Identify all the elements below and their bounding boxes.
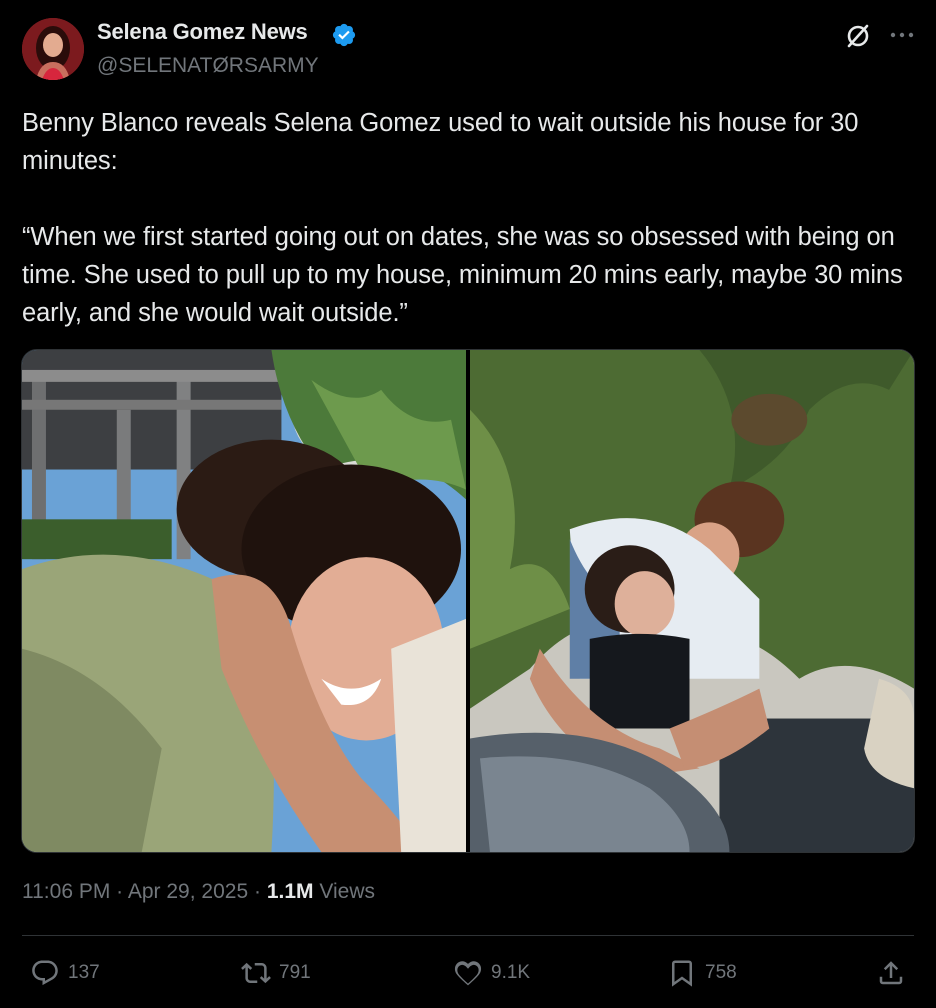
heart-icon — [454, 961, 482, 986]
like-button[interactable]: 9.1K — [453, 955, 530, 991]
more-options-icon[interactable] — [888, 24, 916, 46]
grok-icon[interactable] — [844, 22, 872, 50]
share-button[interactable] — [876, 955, 906, 991]
tweet-date[interactable]: Apr 29, 2025 — [128, 880, 248, 903]
tweet-media-grid[interactable] — [21, 349, 915, 853]
tweet-card: Selena Gomez News @SELENATØRSARMY Benny … — [0, 0, 936, 1008]
meta-separator: · — [116, 880, 124, 903]
meta-separator: · — [253, 880, 261, 903]
views-label: Views — [319, 880, 375, 903]
tweet-meta: 11:06 PM · Apr 29, 2025 · 1.1M Views — [22, 880, 375, 904]
author-handle[interactable]: @SELENATØRSARMY — [97, 54, 319, 78]
share-icon — [879, 961, 903, 985]
views-count: 1.1M — [266, 880, 314, 903]
bookmark-icon — [672, 960, 692, 987]
author-avatar[interactable] — [22, 18, 84, 80]
like-count: 9.1K — [491, 962, 531, 983]
repost-button[interactable]: 791 — [241, 955, 311, 991]
tweet-time[interactable]: 11:06 PM — [22, 880, 110, 903]
reply-count: 137 — [68, 962, 100, 983]
photo-couple-hug-garden[interactable] — [22, 350, 466, 852]
author-display-name[interactable]: Selena Gomez News — [97, 19, 308, 45]
repost-count: 791 — [279, 962, 311, 983]
divider — [22, 935, 914, 936]
bookmark-button[interactable]: 758 — [667, 955, 737, 991]
photo-couple-kiss-patio[interactable] — [470, 350, 914, 852]
verified-badge-icon — [332, 23, 356, 47]
repost-icon — [241, 962, 271, 984]
reply-icon — [32, 960, 58, 986]
reply-button[interactable]: 137 — [30, 955, 100, 991]
bookmark-count: 758 — [705, 962, 737, 983]
tweet-text: Benny Blanco reveals Selena Gomez used t… — [22, 109, 903, 327]
